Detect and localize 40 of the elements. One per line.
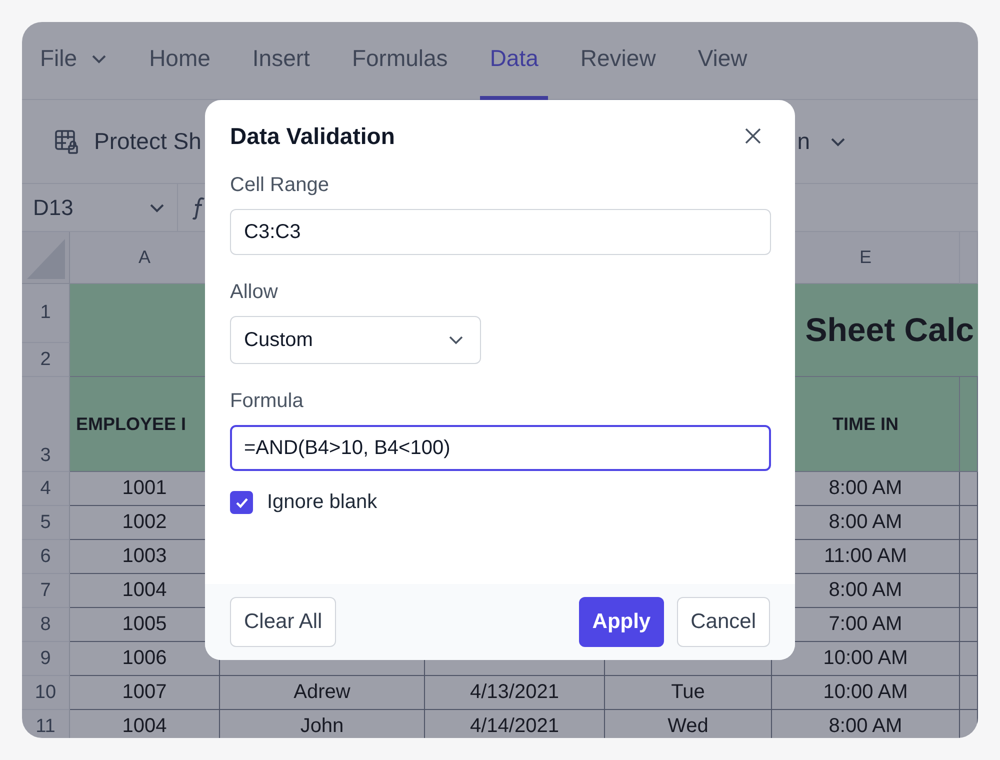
formula-field[interactable]: =AND(B4>10, B4<100) bbox=[230, 425, 771, 471]
row-header[interactable]: 1 bbox=[22, 284, 70, 343]
row-header[interactable]: 2 bbox=[22, 343, 70, 377]
menu-tab[interactable]: File bbox=[30, 22, 118, 100]
table-cell: 8:00 AM bbox=[772, 710, 960, 738]
dialog-button[interactable]: Apply bbox=[579, 597, 664, 647]
row-header[interactable]: 7 bbox=[22, 574, 70, 608]
menu-tab[interactable]: Home bbox=[139, 22, 220, 100]
field-label: Cell Range bbox=[230, 174, 330, 197]
table-cell: Wed bbox=[605, 710, 772, 738]
table-cell: Adrew bbox=[220, 676, 425, 710]
field-label: Allow bbox=[230, 281, 279, 304]
menu-tab[interactable]: Insert bbox=[242, 22, 320, 100]
dialog-button[interactable]: Cancel bbox=[676, 597, 770, 647]
checkbox-label: Ignore blank bbox=[267, 491, 378, 514]
table-cell: 1004 bbox=[70, 710, 220, 738]
row-header[interactable]: 3 bbox=[22, 377, 70, 472]
table-cell: 1007 bbox=[70, 676, 220, 710]
field-label: Formula bbox=[230, 390, 304, 413]
dialog-title: Data Validation bbox=[230, 122, 395, 150]
row-header[interactable]: 8 bbox=[22, 608, 70, 642]
menu-tab[interactable]: View bbox=[688, 22, 758, 100]
row-header[interactable]: 5 bbox=[22, 506, 70, 540]
row-header[interactable]: 4 bbox=[22, 472, 70, 506]
table-cell: 4/14/2021 bbox=[425, 710, 605, 738]
cell-range-field[interactable]: C3:C3 bbox=[230, 209, 771, 255]
table-cell: Tue bbox=[605, 676, 772, 710]
toolbar-dropdown[interactable]: n bbox=[797, 128, 846, 155]
row-header[interactable]: 10 bbox=[22, 676, 70, 710]
row-header[interactable]: 9 bbox=[22, 642, 70, 676]
table-cell: John bbox=[220, 710, 425, 738]
table-cell: 4/13/2021 bbox=[425, 676, 605, 710]
row-header[interactable]: 6 bbox=[22, 540, 70, 574]
protect-sheet-button[interactable]: Protect Sh bbox=[54, 128, 202, 155]
table-cell: 10:00 AM bbox=[772, 676, 960, 710]
allow-dropdown[interactable]: Custom bbox=[230, 316, 481, 364]
sheet-title: Sheet Calc bbox=[805, 311, 974, 349]
menu-tab[interactable]: Review bbox=[570, 22, 666, 100]
menu-tab[interactable]: Formulas bbox=[342, 22, 458, 100]
dialog-button[interactable]: Clear All bbox=[230, 597, 336, 647]
